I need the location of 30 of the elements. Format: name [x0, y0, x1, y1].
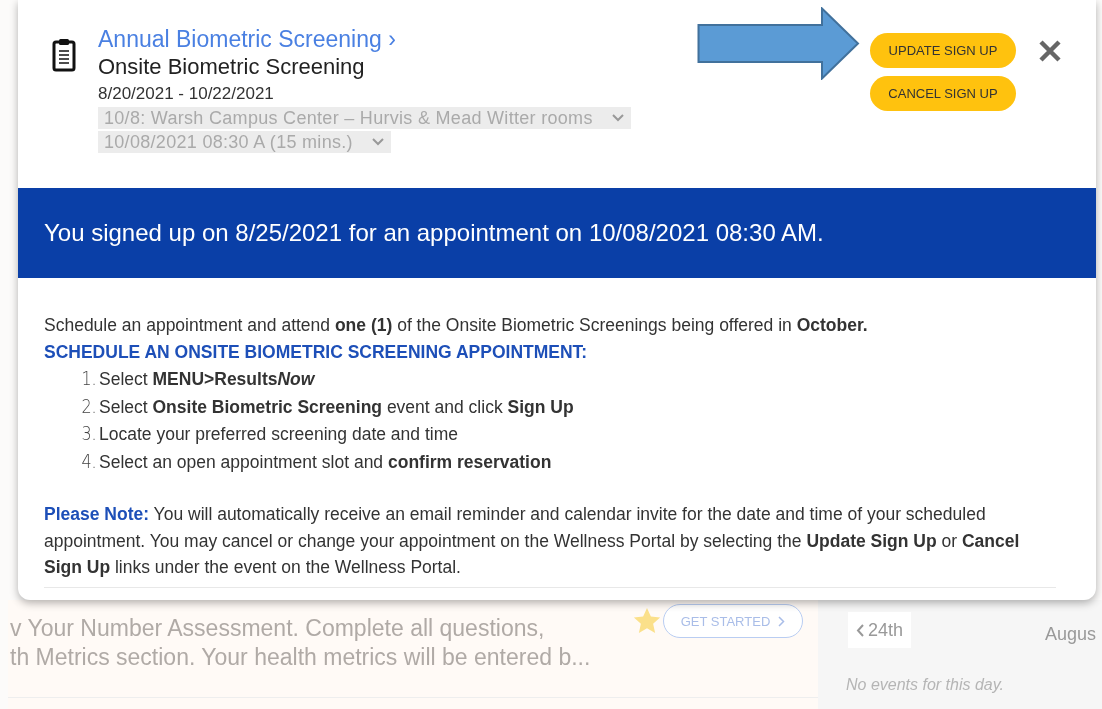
cancel-signup-button[interactable]: CANCEL SIGN UP [870, 76, 1016, 111]
step-text: Select an open appointment slot and confirm reservation [99, 450, 552, 474]
chevron-down-icon [610, 113, 625, 123]
step-number: 1. [81, 365, 93, 392]
section-heading: SCHEDULE AN ONSITE BIOMETRIC SCREENING APPOINTMENT: [44, 340, 589, 364]
close-icon[interactable] [1038, 39, 1062, 63]
assessment-description: v Your Number Assessment. Complete all questions, [9, 614, 545, 643]
step-text: Select Onsite Biometric Screening event and click Sign Up [99, 395, 574, 419]
category-link[interactable]: Annual Biometric Screening › [98, 25, 396, 53]
step-number: 3. [81, 420, 93, 447]
star-icon [632, 606, 662, 636]
empty-events-message: No events for this day. [846, 676, 1004, 694]
update-signup-button[interactable]: UPDATE SIGN UP [870, 33, 1016, 68]
instruction-text: Schedule an appointment and attend one (1) of the Onsite Biometric Screenings being offered in October. [44, 314, 869, 337]
previous-day-button[interactable]: 24th [848, 612, 912, 648]
assessment-description: th Metrics section. Your health metrics will be entered b... [9, 643, 591, 672]
event-title: Onsite Biometric Screening [98, 53, 365, 81]
note-paragraph: Please Note: You will automatically receive an email reminder and calendar invite for the date and time of your scheduled appointment. You may cancel or change your appointment on the Wellness Portal by selecting the Update Sign Up or Cancel Sign Up links under the event on the Wellness Portal. [44, 503, 1021, 579]
signup-confirmation: You signed up on 8/25/2021 for an appointment on 10/08/2021 08:30 AM. [44, 219, 824, 247]
chevron-left-icon [856, 623, 864, 637]
month-label: Augus [1045, 624, 1097, 645]
step-text: Select MENU>ResultsNow [99, 368, 315, 391]
step-text: Locate your preferred screening date and time [99, 423, 458, 446]
date-range: 8/20/2021 - 10/22/2021 [98, 83, 274, 105]
step-number: 2. [81, 392, 93, 419]
chevron-right-icon [778, 615, 786, 627]
clipboard-icon [52, 38, 76, 72]
step-number: 4. [81, 447, 93, 474]
get-started-button[interactable]: GET STARTED [663, 604, 803, 638]
chevron-down-icon [370, 137, 385, 147]
